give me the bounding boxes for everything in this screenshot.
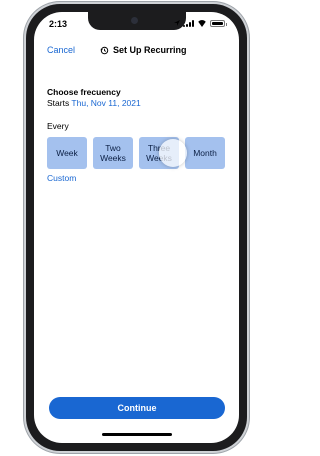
start-date-line: Starts Thu, Nov 11, 2021 xyxy=(47,98,141,108)
custom-frequency-link[interactable]: Custom xyxy=(47,173,76,183)
option-label: Month xyxy=(193,148,217,158)
front-camera xyxy=(131,17,138,24)
location-icon xyxy=(174,20,180,26)
every-label: Every xyxy=(47,121,69,131)
wifi-icon xyxy=(197,20,207,27)
option-label: Two xyxy=(105,143,121,153)
page-title: Set Up Recurring xyxy=(100,45,187,55)
section-heading: Choose frecuency xyxy=(47,87,121,97)
option-two-weeks-button[interactable]: Two Weeks xyxy=(93,137,133,169)
recurring-icon xyxy=(100,46,109,54)
signal-icon xyxy=(183,20,194,27)
notch xyxy=(88,12,186,30)
phone-power-button xyxy=(247,98,250,138)
touch-indicator xyxy=(159,139,187,167)
option-label: Weeks xyxy=(100,153,126,163)
page-title-text: Set Up Recurring xyxy=(113,45,187,55)
option-week-button[interactable]: Week xyxy=(47,137,87,169)
continue-button[interactable]: Continue xyxy=(49,397,225,419)
cancel-button[interactable]: Cancel xyxy=(47,45,75,55)
home-indicator xyxy=(102,433,172,436)
phone-screen: 2:13 Cancel Set Up Recurring Choose frec… xyxy=(34,12,239,443)
start-date-link[interactable]: Thu, Nov 11, 2021 xyxy=(71,98,140,108)
option-month-button[interactable]: Month xyxy=(185,137,225,169)
option-label: Week xyxy=(56,148,78,158)
status-icons xyxy=(174,20,227,27)
status-time: 2:13 xyxy=(49,19,68,29)
navigation-bar: Cancel Set Up Recurring xyxy=(34,44,239,60)
battery-icon xyxy=(210,20,227,27)
frequency-options: Week Two Weeks Three Weeks Month xyxy=(47,137,225,169)
starts-label: Starts xyxy=(47,98,70,108)
